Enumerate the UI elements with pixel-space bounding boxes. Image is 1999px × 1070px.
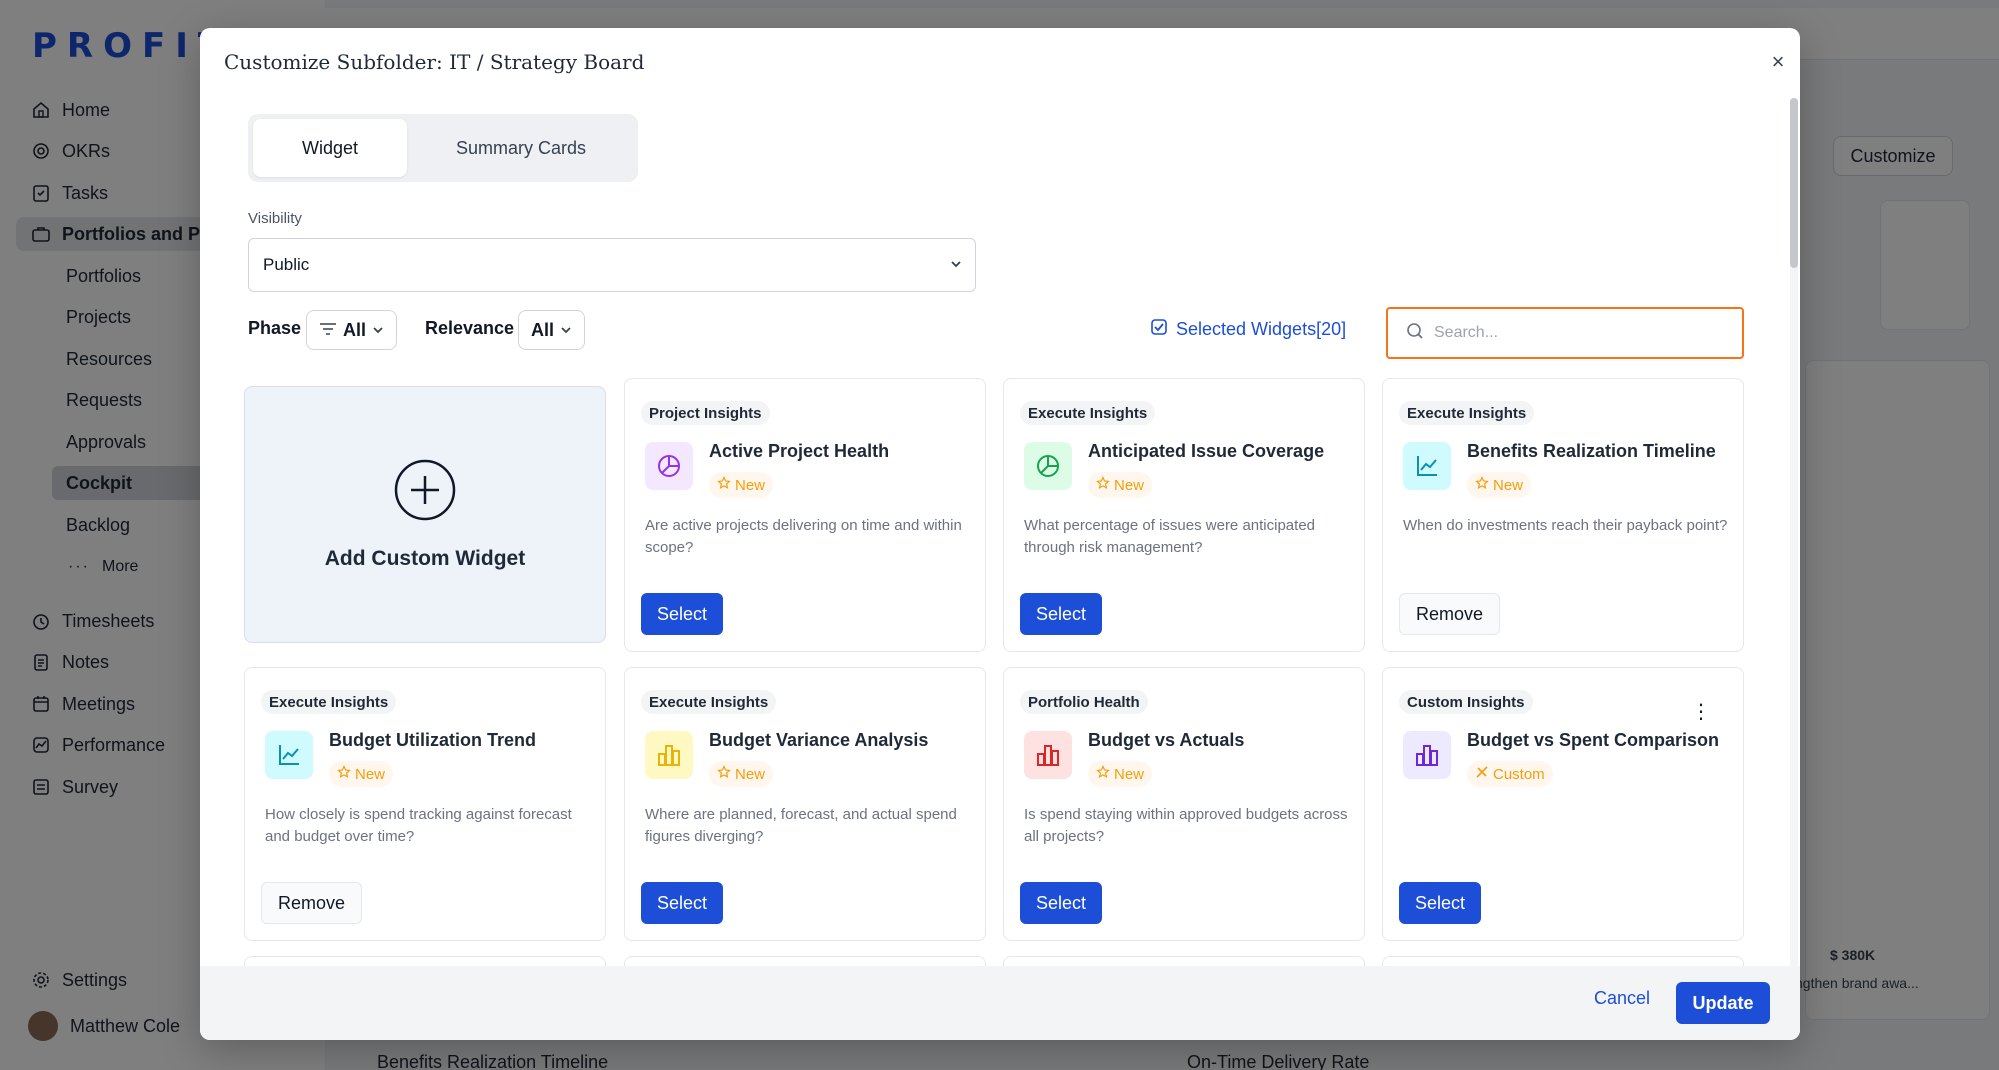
widget-description: Where are planned, forecast, and actual … — [645, 806, 957, 845]
visibility-value: Public — [263, 255, 310, 274]
category-tag: Execute Insights — [1020, 401, 1156, 425]
widget-card: Portfolio Health Budget vs Actuals New I… — [1003, 667, 1365, 941]
widget-card: Execute Insights Budget Utilization Tren… — [244, 667, 606, 941]
phase-value: All — [343, 319, 367, 340]
close-button[interactable]: × — [1766, 49, 1790, 74]
new-badge: New — [709, 472, 774, 498]
search-input[interactable] — [1434, 324, 1714, 342]
tab-summary-cards[interactable]: Summary Cards — [411, 119, 631, 177]
widget-card: Project Insights Active Project Health N… — [624, 378, 986, 652]
category-tag: Project Insights — [641, 401, 770, 425]
remove-button[interactable]: Remove — [261, 882, 363, 924]
widget-description: When do investments reach their payback … — [1403, 517, 1728, 534]
widget-title: Anticipated Issue Coverage — [1088, 441, 1325, 461]
badge-label: New — [735, 765, 766, 783]
phase-filter[interactable]: All — [306, 310, 398, 350]
widget-title: Budget Variance Analysis — [709, 730, 929, 750]
add-custom-widget-label: Add Custom Widget — [324, 547, 526, 570]
badge-label: New — [1493, 476, 1524, 494]
update-button[interactable]: Update — [1676, 982, 1770, 1024]
pie-chart-icon — [1024, 442, 1072, 490]
category-tag: Execute Insights — [641, 690, 777, 714]
search-box[interactable] — [1386, 307, 1744, 359]
badge-label: New — [355, 765, 386, 783]
star-icon — [1096, 765, 1110, 783]
widget-title: Budget vs Spent Comparison — [1467, 730, 1720, 750]
widget-title: Budget vs Actuals — [1088, 730, 1245, 750]
bar-chart-icon — [1403, 731, 1451, 779]
widget-description: What percentage of issues were anticipat… — [1024, 517, 1315, 556]
modal-footer — [200, 966, 1800, 1040]
new-badge: New — [1467, 472, 1532, 498]
widget-title: Active Project Health — [709, 441, 890, 461]
visibility-select[interactable]: Public — [248, 238, 976, 292]
visibility-label: Visibility — [248, 210, 302, 227]
select-button[interactable]: Select — [1020, 882, 1103, 924]
category-tag: Execute Insights — [1399, 401, 1535, 425]
badge-label: New — [735, 476, 766, 494]
star-icon — [717, 476, 731, 494]
plus-circle-icon — [393, 458, 457, 527]
chevron-down-icon — [560, 320, 572, 341]
new-badge: New — [1088, 472, 1153, 498]
cancel-button[interactable]: Cancel — [1594, 988, 1650, 1009]
widget-card: Custom Insights ⋮ Budget vs Spent Compar… — [1382, 667, 1744, 941]
widget-card: Execute Insights Benefits Realization Ti… — [1382, 378, 1744, 652]
badge-label: Custom — [1493, 765, 1545, 783]
star-icon — [1096, 476, 1110, 494]
selected-widgets-label: Selected Widgets[20] — [1176, 319, 1347, 339]
relevance-label: Relevance — [425, 318, 515, 338]
add-custom-widget-card[interactable]: Add Custom Widget — [244, 386, 606, 643]
line-chart-icon — [265, 731, 313, 779]
tab-widget[interactable]: Widget — [253, 119, 407, 177]
bar-chart-icon — [1024, 731, 1072, 779]
badge-label: New — [1114, 476, 1145, 494]
select-button[interactable]: Select — [1020, 593, 1103, 635]
chevron-down-icon — [949, 256, 963, 276]
new-badge: New — [709, 761, 774, 787]
select-button[interactable]: Select — [641, 593, 724, 635]
pie-chart-icon — [645, 442, 693, 490]
category-tag: Portfolio Health — [1020, 690, 1148, 714]
select-button[interactable]: Select — [1399, 882, 1482, 924]
widget-card: Execute Insights Anticipated Issue Cover… — [1003, 378, 1365, 652]
bar-chart-icon — [645, 731, 693, 779]
checkbox-icon — [1150, 318, 1168, 341]
relevance-value: All — [531, 319, 555, 340]
line-chart-icon — [1403, 442, 1451, 490]
tab-group: Widget Summary Cards — [248, 114, 638, 182]
widget-card: Execute Insights Budget Variance Analysi… — [624, 667, 986, 941]
modal-scrollbar[interactable] — [1790, 98, 1798, 968]
category-tag: Custom Insights — [1399, 690, 1533, 714]
badge-label: New — [1114, 765, 1145, 783]
widget-title: Budget Utilization Trend — [329, 730, 536, 750]
select-button[interactable]: Select — [641, 882, 724, 924]
remove-button[interactable]: Remove — [1399, 593, 1501, 635]
modal-title: Customize Subfolder: IT / Strategy Board — [224, 50, 645, 74]
new-badge: New — [1088, 761, 1153, 787]
phase-label: Phase — [248, 318, 302, 338]
category-tag: Execute Insights — [261, 690, 397, 714]
relevance-filter[interactable]: All — [518, 310, 586, 350]
widget-description: How closely is spend tracking against fo… — [265, 806, 572, 845]
kebab-menu-icon[interactable]: ⋮ — [1691, 702, 1711, 722]
new-badge: New — [329, 761, 394, 787]
filter-icon — [319, 320, 337, 341]
widget-description: Are active projects delivering on time a… — [645, 517, 962, 556]
star-icon — [337, 765, 351, 783]
widget-title: Benefits Realization Timeline — [1467, 441, 1716, 461]
custom-badge: Custom — [1467, 761, 1553, 787]
star-icon — [717, 765, 731, 783]
scroll-thumb[interactable] — [1790, 98, 1798, 268]
star-icon — [1475, 476, 1489, 494]
search-icon — [1406, 322, 1424, 345]
widget-description: Is spend staying within approved budgets… — [1024, 806, 1348, 845]
tools-icon — [1475, 765, 1489, 783]
chevron-down-icon — [372, 320, 384, 341]
selected-widgets-link[interactable]: Selected Widgets[20] — [1150, 318, 1346, 341]
customize-modal: Customize Subfolder: IT / Strategy Board… — [200, 28, 1800, 1040]
